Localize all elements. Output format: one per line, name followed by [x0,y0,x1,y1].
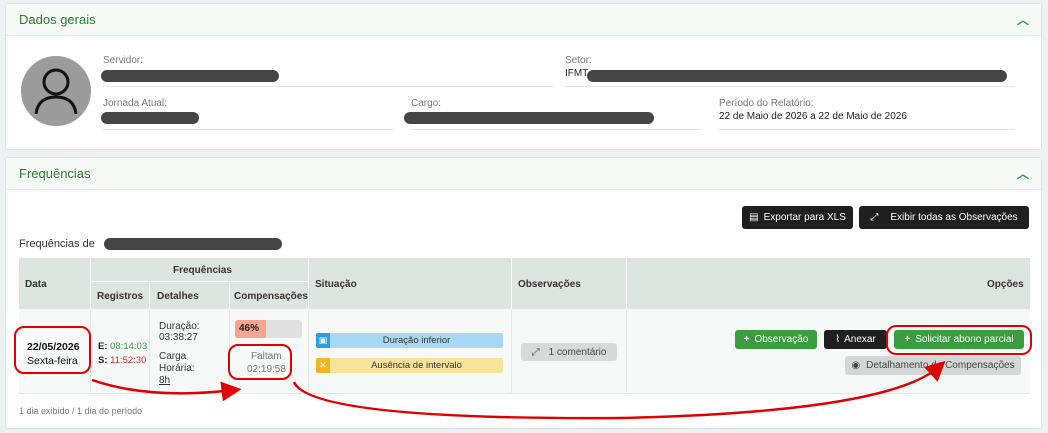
setor-value: IFMT [565,68,589,79]
servidor-label: Servidor: [103,55,144,66]
col-situacao: Situação [315,279,357,290]
paperclip-icon: ⌇ [835,334,841,345]
situacao-duracao-inferior: ▣ Duração inferior [316,333,503,348]
close-icon: ✕ [316,358,330,373]
user-icon [34,68,78,115]
table-footer: 1 dia exibido / 1 dia do período [19,406,143,416]
col-opcoes: Opções [987,279,1024,290]
duracao-value: 03:38:27 [159,332,198,343]
calendar-icon: ▣ [316,333,330,348]
anexar-button[interactable]: ⌇ Anexar [824,330,887,349]
file-icon: ▤ [749,212,759,223]
entrada-label: E: [98,341,108,352]
plus-icon: + [743,334,750,345]
cargo-value-redacted [404,112,654,124]
carga-value: 8h [159,375,171,386]
col-compensacoes: Compensações [234,291,308,302]
frequencias-de-redacted [104,238,282,250]
show-all-observations-button[interactable]: ⤢ Exibir todas as Observações [859,206,1029,229]
cargo-label: Cargo: [411,98,442,109]
chevron-up-icon[interactable]: ︿ [1017,11,1029,28]
dados-gerais-panel: Dados gerais ︿ Servidor: Setor: IFMT Jor… [5,3,1042,150]
col-observacoes: Observações [518,279,581,290]
comments-button[interactable]: ⤢ 1 comentário [521,343,617,361]
chevron-up-icon[interactable]: ︿ [1017,165,1029,182]
annotation-circle-date [14,326,91,374]
dados-gerais-title: Dados gerais [19,12,96,27]
situacao-ausencia-intervalo: ✕ Ausência de intervalo [316,358,503,373]
compensation-progress: 46% [235,320,302,338]
progress-label: 46% [239,323,260,334]
frequencias-header[interactable]: Frequências ︿ [6,158,1041,190]
col-detalhes: Detalhes [157,291,199,302]
frequencias-de-label: Frequências de [19,238,95,250]
annotation-circle-abono [886,325,1032,355]
detalhamento-compensacoes-button[interactable]: ◉ Detalhamento de Compensações [845,356,1021,375]
annotation-circle-faltam [228,344,292,380]
entrada-value: 08:14:03 [110,341,148,352]
col-frequencias: Frequências [173,265,232,276]
col-data: Data [25,279,47,290]
frequencias-panel: Frequências ︿ ▤ Exportar para XLS ⤢ Exib… [5,157,1042,429]
jornada-value-redacted [101,112,199,124]
setor-label: Setor: [565,55,592,66]
periodo-value: 22 de Maio de 2026 a 22 de Maio de 2026 [719,111,907,122]
periodo-label: Período do Relatório: [719,98,814,109]
carga-label: Carga Horária: [159,351,195,374]
servidor-value-redacted [101,70,279,82]
frequencias-title: Frequências [19,166,91,181]
saida-value: 11:52:30 [110,355,147,366]
jornada-label: Jornada Atual: [103,98,167,109]
expand-icon: ⤢ [870,212,879,223]
duracao-label: Duração: [159,321,200,332]
expand-icon: ⤢ [531,346,540,358]
eye-icon: ◉ [851,360,861,371]
export-xls-button[interactable]: ▤ Exportar para XLS [742,206,853,229]
dados-gerais-header[interactable]: Dados gerais ︿ [6,4,1041,36]
col-registros: Registros [97,291,144,302]
add-observacao-button[interactable]: + Observação [735,330,817,349]
saida-label: S: [98,355,108,366]
avatar [21,56,91,126]
setor-value-redacted [587,70,1007,82]
